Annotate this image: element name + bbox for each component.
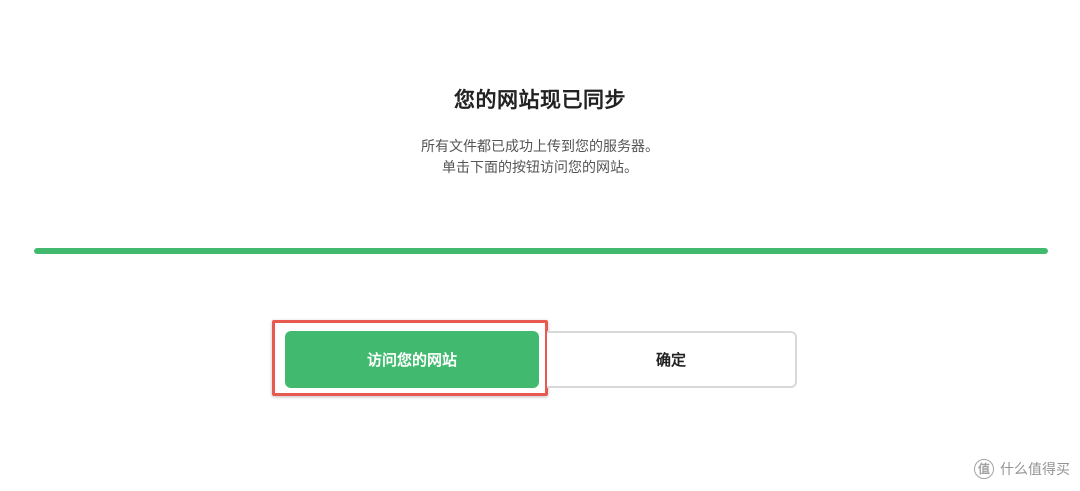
zhi-icon: 值 — [974, 459, 994, 479]
visit-website-button[interactable]: 访问您的网站 — [285, 331, 539, 388]
watermark: 值 什么值得买 — [974, 459, 1070, 479]
description-line-2: 单击下面的按钮访问您的网站。 — [442, 160, 638, 176]
ok-button[interactable]: 确定 — [547, 331, 797, 388]
page-title: 您的网站现已同步 — [454, 88, 626, 112]
sync-complete-page: 您的网站现已同步 所有文件都已成功上传到您的服务器。 单击下面的按钮访问您的网站… — [0, 0, 1080, 491]
progress-bar-fill — [34, 248, 1048, 254]
description-line-1: 所有文件都已成功上传到您的服务器。 — [421, 139, 659, 155]
progress-bar — [34, 248, 1048, 254]
watermark-text: 什么值得买 — [1000, 462, 1070, 478]
